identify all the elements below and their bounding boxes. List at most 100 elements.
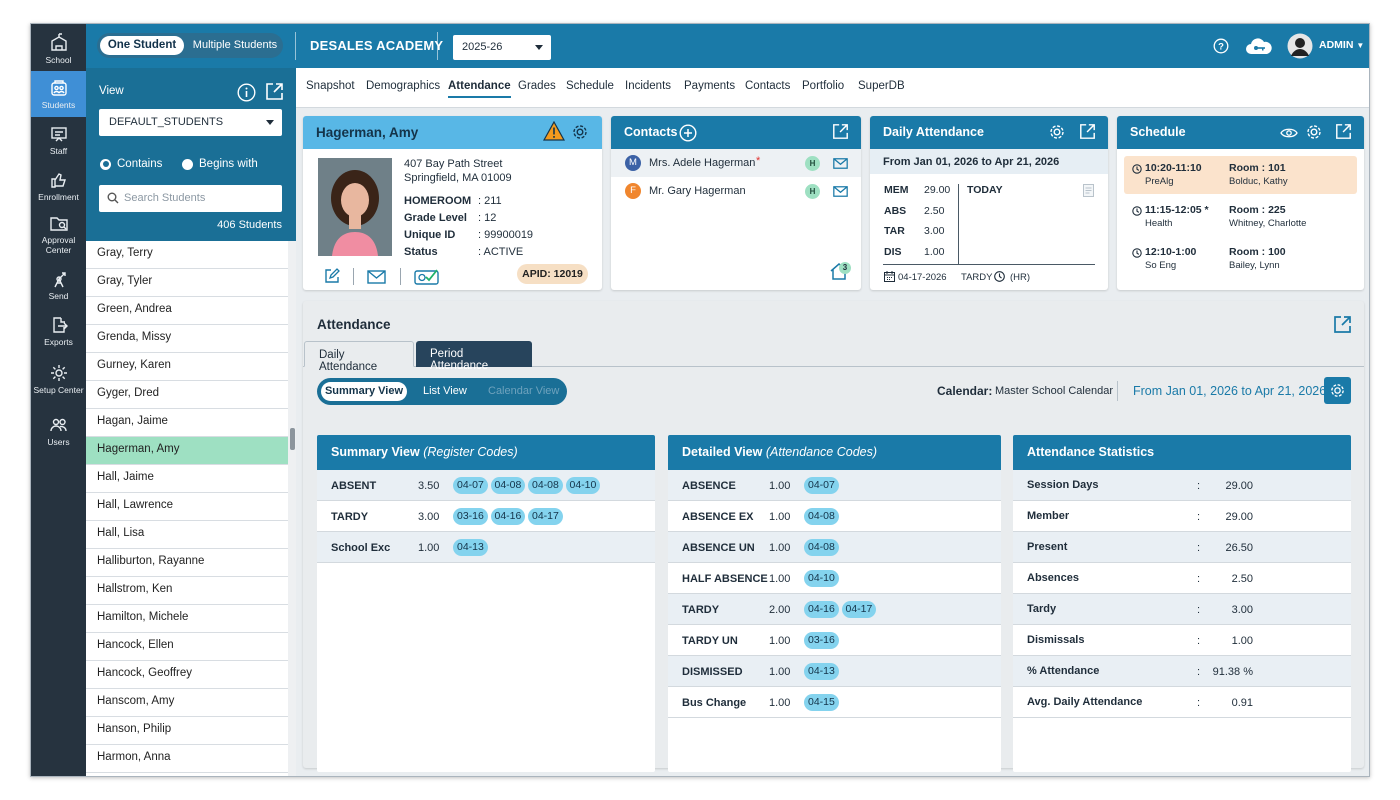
date-chip[interactable]: 04-17 [841,601,877,618]
gear-icon[interactable] [1048,123,1066,141]
scrollbar-thumb[interactable] [290,428,295,450]
document-icon[interactable] [1083,184,1094,197]
tab-payments[interactable]: Payments [684,80,735,92]
date-chip[interactable]: 04-08 [528,477,563,494]
tab-period-attendance[interactable]: Period Attendance [416,341,532,372]
avatar[interactable] [1287,33,1313,59]
contact-row[interactable]: M Mrs. Adele Hagerman * H [611,149,861,177]
student-list-item[interactable]: Gurney, Karen [86,353,296,381]
list-view-option[interactable]: List View [423,382,467,401]
student-list-item[interactable]: Hall, Jaime [86,465,296,493]
edit-icon[interactable] [324,268,340,284]
info-icon[interactable] [237,83,256,102]
rail-item-school[interactable]: School [31,26,86,72]
external-link-icon[interactable] [1079,123,1096,140]
tab-daily-attendance[interactable]: Daily Attendance [304,341,414,373]
scrollbar[interactable] [288,241,296,776]
summary-view-option[interactable]: Summary View [321,382,407,401]
external-link-icon[interactable] [832,123,849,140]
external-link-icon[interactable] [1335,123,1352,140]
add-contact-icon[interactable] [679,124,697,142]
tab-attendance[interactable]: Attendance [448,80,511,98]
date-chip[interactable]: 03-16 [453,508,488,525]
rail-item-users[interactable]: Users [31,408,86,454]
schedule-item[interactable]: 10:20-11:10 PreAlg Room : 101 Bolduc, Kathy [1124,156,1357,194]
rail-item-approval[interactable]: Approval Center [31,209,86,259]
mail-icon[interactable] [367,270,386,284]
external-link-icon[interactable] [265,82,284,101]
student-list-item[interactable]: Hall, Lawrence [86,493,296,521]
student-list-item[interactable]: Hancock, Geoffrey [86,661,296,689]
rail-item-setup[interactable]: Setup Center [31,354,86,404]
date-chip[interactable]: 04-16 [804,601,839,618]
student-list-item[interactable]: Gray, Terry [86,241,296,269]
student-list-item[interactable]: Green, Andrea [86,297,296,325]
tab-demographics[interactable]: Demographics [366,80,440,92]
view-select[interactable]: DEFAULT_STUDENTS [99,109,282,136]
user-menu[interactable]: ADMIN ▼ [1319,39,1364,51]
student-list-item[interactable]: Hancock, Ellen [86,633,296,661]
contact-row[interactable]: F Mr. Gary Hagerman H [611,177,861,205]
tab-superdb[interactable]: SuperDB [858,80,905,92]
rail-item-staff[interactable]: Staff [31,117,86,163]
student-mode-toggle[interactable]: One Student Multiple Students [97,33,283,58]
student-list-item[interactable]: Hanson, Philip [86,717,296,745]
student-list-item[interactable]: Hall, Lisa [86,521,296,549]
mail-icon[interactable] [833,186,848,197]
date-chip[interactable]: 04-07 [804,477,839,494]
schedule-item[interactable]: 11:15-12:05 * Health Room : 225 Whitney, Ch… [1124,198,1357,236]
rail-item-exports[interactable]: Exports [31,308,86,354]
date-chip[interactable]: 04-07 [453,477,488,494]
student-list-item[interactable]: Hanscom, Amy [86,689,296,717]
date-chip[interactable]: 04-13 [804,663,839,680]
date-chip[interactable]: 04-08 [490,477,526,494]
student-list-item[interactable]: Gyger, Dred [86,381,296,409]
date-chip[interactable]: 04-08 [804,539,839,556]
tab-grades[interactable]: Grades [518,80,556,92]
stat-value: 29.00 [924,184,951,196]
date-chip[interactable]: 04-08 [804,508,839,525]
one-student-option[interactable]: One Student [100,36,184,55]
household-button[interactable]: 3 [829,262,855,286]
mail-icon[interactable] [833,158,848,169]
rail-item-enrollment[interactable]: Enrollment [31,163,86,209]
tab-contacts[interactable]: Contacts [745,80,790,92]
search-students-input[interactable]: Search Students [99,185,282,212]
date-chip[interactable]: 04-16 [490,508,526,525]
student-list-item[interactable]: Grenda, Missy [86,325,296,353]
rail-item-send[interactable]: Send [31,262,86,308]
help-icon[interactable]: ? [1213,38,1229,54]
radio-contains[interactable]: Contains [100,158,162,170]
student-list-item[interactable]: Hagerman, Amy [86,437,296,465]
student-list-item[interactable]: Hamilton, Michele [86,605,296,633]
tab-incidents[interactable]: Incidents [625,80,671,92]
date-chip[interactable]: 04-10 [565,477,601,494]
tab-schedule[interactable]: Schedule [566,80,614,92]
gear-icon[interactable] [571,123,589,141]
date-chip[interactable]: 04-17 [528,508,563,525]
tab-portfolio[interactable]: Portfolio [802,80,844,92]
student-list-item[interactable]: Halliburton, Rayanne [86,549,296,577]
date-chip[interactable]: 04-15 [804,694,839,711]
tab-snapshot[interactable]: Snapshot [306,80,355,92]
warning-icon[interactable] [543,121,565,141]
student-list-item[interactable]: Harmon, Anna [86,745,296,773]
view-label: View [99,85,124,97]
eye-icon[interactable] [1280,127,1298,139]
attendance-settings-button[interactable] [1324,377,1351,404]
gear-icon[interactable] [1305,123,1323,141]
radio-begins-with[interactable]: Begins with [182,158,258,170]
date-chip[interactable]: 04-10 [804,570,839,587]
rail-item-students[interactable]: Students [31,71,86,117]
date-chip[interactable]: 03-16 [804,632,839,649]
student-list-item[interactable]: Hallstrom, Ken [86,577,296,605]
date-chip[interactable]: 04-13 [453,539,488,556]
attendance-check-icon[interactable] [414,268,440,285]
multiple-students-option[interactable]: Multiple Students [189,36,281,55]
schedule-item[interactable]: 12:10-1:00 So Eng Room : 100 Bailey, Lynn [1124,240,1357,278]
student-list-item[interactable]: Gray, Tyler [86,269,296,297]
student-list-item[interactable]: Hagan, Jaime [86,409,296,437]
external-link-icon[interactable] [1333,315,1352,334]
school-year-select[interactable]: 2025-26 [453,35,551,60]
cloud-key-icon[interactable] [1244,36,1274,56]
